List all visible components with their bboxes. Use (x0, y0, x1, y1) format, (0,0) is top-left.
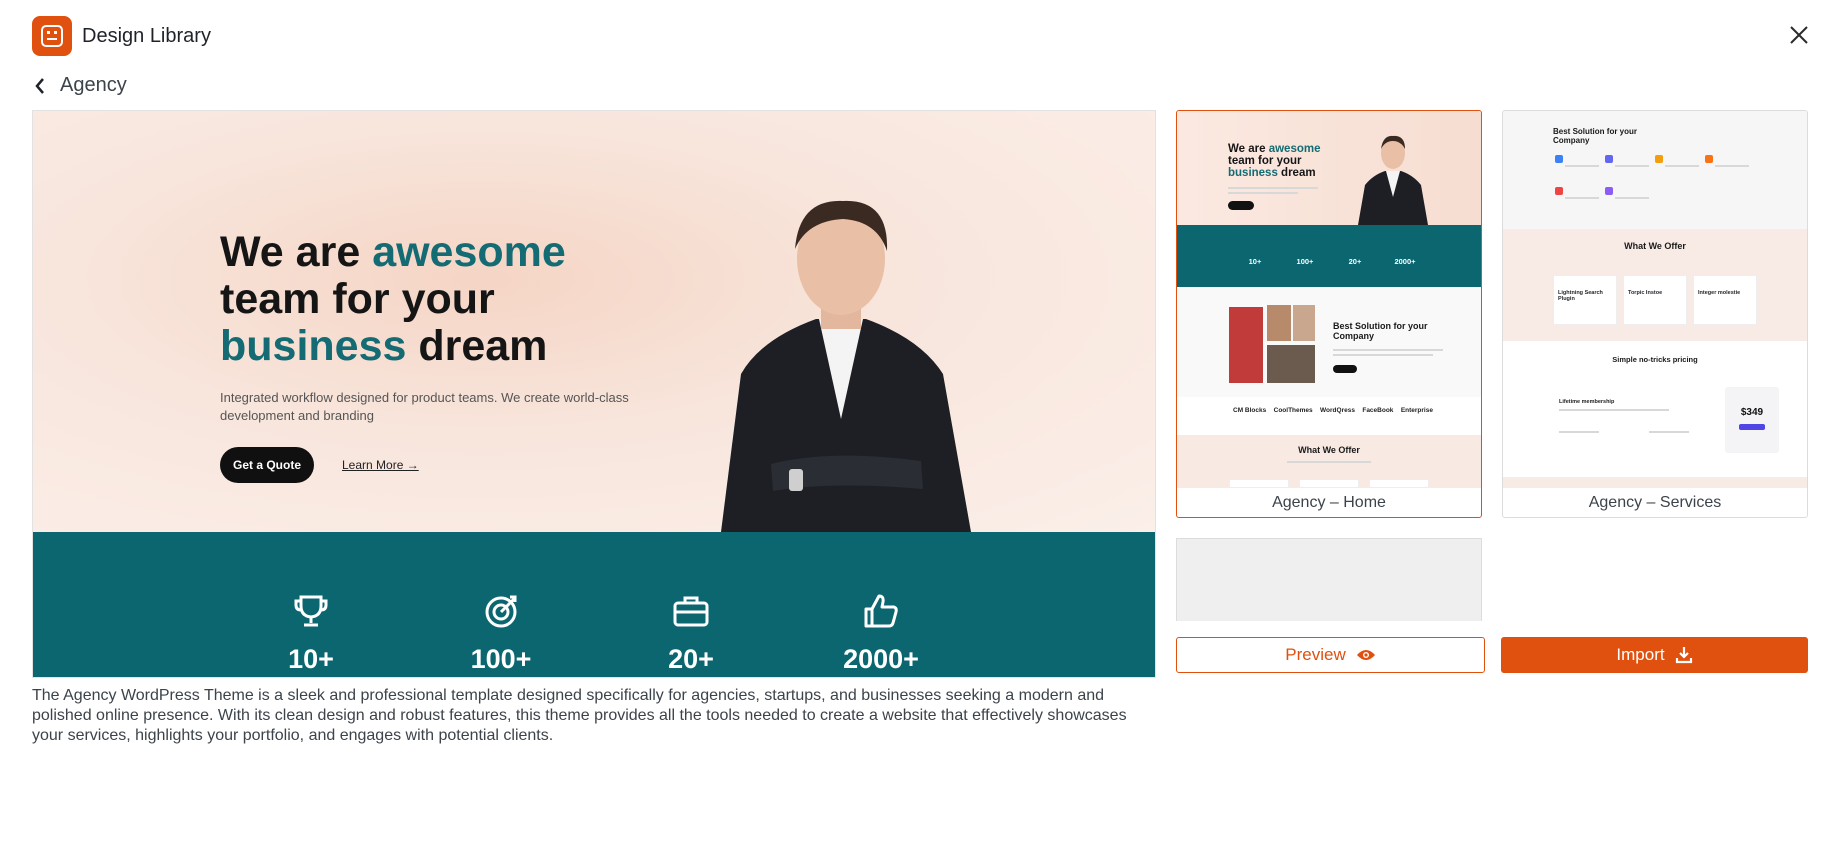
mini-button (1333, 365, 1357, 373)
mini-quote-button (1228, 201, 1254, 210)
mini-logos: CM Blocks CoolThemes WordQress FaceBook … (1233, 407, 1433, 414)
close-icon[interactable] (1788, 24, 1810, 46)
mini-section-title: Best Solution for your Company (1333, 321, 1428, 341)
template-caption: Agency – Home (1177, 487, 1481, 517)
mini-stats: 10+ 100+ 20+ 2000+ (1177, 225, 1481, 287)
mini-stat: 10+ (1248, 257, 1262, 266)
mini-offer-card: Lightning Search Plugin (1553, 275, 1617, 325)
mini-offer-title: What We Offer (1298, 445, 1360, 455)
mini-logo: Enterprise (1400, 407, 1433, 414)
download-icon (1675, 647, 1692, 664)
mini-price-card: $349 (1725, 387, 1779, 453)
thumbs-up-icon (821, 592, 941, 632)
app-title: Design Library (82, 24, 211, 47)
mini-photo (1267, 345, 1315, 383)
thumbnail-image: Best Solution for your Company What We O… (1503, 111, 1807, 487)
mini-offer-section: What We Offer Lightning Search Plugin To… (1503, 229, 1807, 341)
mini-offer-card: Integer molestie (1693, 275, 1757, 325)
briefcase-icon (631, 592, 751, 632)
stat-value: 10+ (288, 644, 334, 674)
hero-subtitle: Integrated workflow designed for product… (220, 390, 629, 423)
mini-hero: We are awesome team for your business dr… (1177, 111, 1481, 225)
mini-pricing-title: Simple no-tricks pricing (1612, 355, 1698, 364)
person-photo (721, 200, 971, 532)
thumbnail-image: We are awesome team for your business dr… (1177, 111, 1481, 487)
mini-section-title: Best Solution for your Company (1553, 127, 1637, 145)
stat-item: 2000+ (821, 592, 941, 675)
mini-plan-name: Lifetime membership (1559, 399, 1615, 405)
import-button[interactable]: Import (1501, 637, 1808, 673)
mini-price: $349 (1740, 407, 1764, 418)
mini-title-text: We are (1228, 143, 1269, 155)
mini-person-photo (1358, 135, 1428, 225)
preview-button-label: Preview (1285, 645, 1346, 664)
template-preview: We are awesome team for your business dr… (32, 110, 1156, 678)
mini-pricing-section: Simple no-tricks pricing Lifetime member… (1503, 341, 1807, 487)
hero-title-accent: business (220, 322, 407, 370)
stat-value: 100+ (470, 644, 532, 674)
app-header: Design Library (32, 16, 211, 56)
mini-solution-section: Best Solution for your Company (1177, 287, 1481, 397)
mini-title-accent: awesome (1268, 143, 1321, 155)
mini-logo: CoolThemes (1273, 407, 1313, 414)
hero-title: We are awesome team for your business dr… (220, 229, 640, 370)
hero-title-text: dream (406, 322, 548, 370)
stats-band: 10+ 100+ 20+ 2000+ (33, 532, 1155, 677)
mini-offer-section: What We Offer (1177, 435, 1481, 487)
target-icon (441, 592, 561, 632)
get-quote-button[interactable]: Get a Quote (220, 447, 314, 483)
mini-photo (1267, 305, 1291, 341)
mini-title-accent: business (1228, 167, 1278, 179)
stat-item: 100+ (441, 592, 561, 675)
category-title: Agency (60, 74, 127, 96)
mini-logo: WordQress (1320, 407, 1355, 414)
design-library-logo-icon (32, 16, 72, 56)
mini-photo (1293, 305, 1315, 341)
template-thumbnail-agency-services[interactable]: Best Solution for your Company What We O… (1502, 110, 1808, 518)
stat-item: 10+ (251, 592, 371, 675)
eye-icon (1356, 650, 1375, 660)
learn-more-link[interactable]: Learn More → (342, 458, 419, 472)
hero-title-text: We are (220, 228, 373, 276)
import-button-label: Import (1616, 645, 1665, 664)
mini-hero-title: We are awesome team for your business dr… (1228, 143, 1358, 179)
mini-logo: CM Blocks (1233, 407, 1267, 414)
template-caption: Agency – Services (1503, 487, 1807, 517)
stat-value: 2000+ (843, 644, 919, 674)
mini-photo (1229, 307, 1263, 383)
mini-logo: FaceBook (1362, 407, 1394, 414)
hero-title-accent: awesome (372, 228, 566, 276)
trophy-icon (251, 592, 371, 632)
back-button[interactable]: Agency (34, 74, 127, 97)
mini-title-text: dream (1277, 167, 1316, 179)
mini-offer-title: What We Offer (1624, 241, 1686, 251)
stat-value: 20+ (668, 644, 714, 674)
preview-hero: We are awesome team for your business dr… (33, 111, 1155, 532)
mini-stat: 2000+ (1394, 257, 1416, 266)
stat-item: 20+ (631, 592, 751, 675)
hero-title-text: team for your (220, 275, 495, 323)
template-thumbnail-loading[interactable] (1176, 538, 1482, 621)
mini-stat: 100+ (1296, 257, 1314, 266)
template-description: The Agency WordPress Theme is a sleek an… (32, 687, 1127, 744)
template-thumbnail-agency-home[interactable]: We are awesome team for your business dr… (1176, 110, 1482, 518)
mini-offer-card: Torpic Instoe (1623, 275, 1687, 325)
mini-solution-section: Best Solution for your Company (1503, 111, 1807, 229)
preview-button[interactable]: Preview (1176, 637, 1485, 673)
mini-title-text: team for your (1228, 155, 1302, 167)
mini-stat: 20+ (1348, 257, 1362, 266)
chevron-left-icon (35, 77, 44, 94)
